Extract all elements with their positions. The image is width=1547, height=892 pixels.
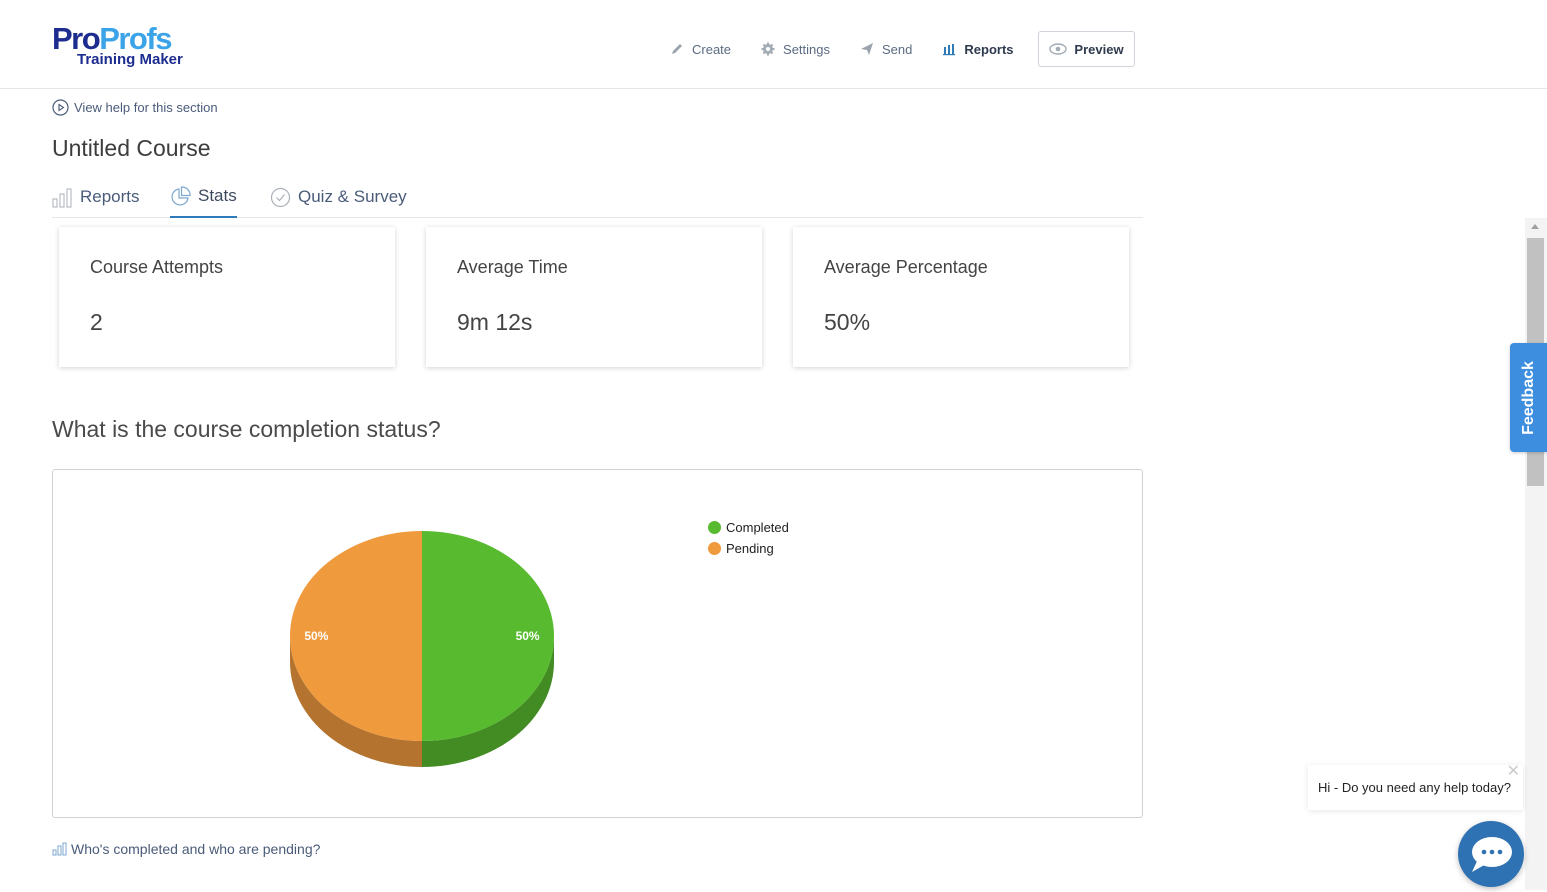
tab-quiz-survey[interactable]: Quiz & Survey xyxy=(270,176,407,218)
page-scrollbar[interactable] xyxy=(1525,218,1547,890)
chat-greeting-bubble: Hi - Do you need any help today? ✕ xyxy=(1308,763,1523,810)
nav-reports[interactable]: Reports xyxy=(942,41,1014,57)
pie-data-label-completed: 50% xyxy=(516,629,540,643)
check-circle-icon xyxy=(270,187,291,207)
tab-reports[interactable]: Reports xyxy=(52,176,140,218)
stat-card-average-time: Average Time 9m 12s xyxy=(426,227,762,367)
tab-quiz-survey-label: Quiz & Survey xyxy=(298,187,407,206)
tab-reports-label: Reports xyxy=(80,187,140,206)
who-completed-label: Who's completed and who are pending? xyxy=(71,841,321,857)
play-circle-icon xyxy=(52,99,69,116)
eye-icon xyxy=(1049,43,1068,55)
preview-button[interactable]: Preview xyxy=(1038,31,1135,67)
legend-color-dot xyxy=(708,542,721,555)
legend-label: Pending xyxy=(726,541,774,556)
pie-chart: 50% 50% xyxy=(290,531,554,767)
completion-chart: 50% 50% Completed Pending xyxy=(52,469,1143,818)
nav-settings-label: Settings xyxy=(783,41,831,57)
stat-label: Course Attempts xyxy=(90,257,224,277)
nav-create-label: Create xyxy=(692,41,732,57)
chart-legend: Completed Pending xyxy=(708,517,789,559)
nav-create[interactable]: Create xyxy=(670,42,731,57)
bar-chart-icon xyxy=(943,44,956,56)
legend-item-completed[interactable]: Completed xyxy=(708,517,789,538)
chat-bubble-icon xyxy=(1472,837,1512,872)
stat-card-course-attempts: Course Attempts 2 xyxy=(59,227,395,367)
report-tabs: Reports Stats Quiz & Survey xyxy=(52,176,1143,218)
stat-value: 50% xyxy=(824,309,871,335)
nav-reports-label: Reports xyxy=(964,41,1014,57)
legend-color-dot xyxy=(708,521,721,534)
top-header: ProProfs Training Maker Create Settings … xyxy=(0,0,1547,89)
proprofs-logo[interactable]: ProProfs Training Maker xyxy=(52,22,192,72)
nav-send-label: Send xyxy=(882,41,913,57)
legend-item-pending[interactable]: Pending xyxy=(708,538,789,559)
nav-settings[interactable]: Settings xyxy=(761,42,830,57)
gear-icon xyxy=(761,42,775,56)
stat-value: 2 xyxy=(90,309,103,335)
bar-chart-icon xyxy=(52,842,67,856)
feedback-label: Feedback xyxy=(1519,360,1537,435)
nav-send[interactable]: Send xyxy=(860,42,912,57)
tab-stats-label: Stats xyxy=(198,186,237,205)
scroll-up-arrow-icon[interactable] xyxy=(1531,224,1539,229)
who-completed-link[interactable]: Who's completed and who are pending? xyxy=(52,841,320,857)
legend-label: Completed xyxy=(726,520,789,535)
view-help-link[interactable]: View help for this section xyxy=(52,99,218,116)
pencil-icon xyxy=(672,44,682,54)
main-nav: Create Settings Send Reports xyxy=(670,31,1044,67)
page-title: Untitled Course xyxy=(52,135,211,161)
stat-card-average-percentage: Average Percentage 50% xyxy=(793,227,1129,367)
bar-chart-icon xyxy=(52,188,72,207)
completion-status-heading: What is the course completion status? xyxy=(52,416,441,442)
preview-button-label: Preview xyxy=(1074,41,1124,57)
feedback-tab[interactable]: Feedback xyxy=(1510,343,1547,452)
tab-stats[interactable]: Stats xyxy=(170,176,237,218)
chat-launcher-button[interactable] xyxy=(1458,821,1524,887)
chat-greeting-text: Hi - Do you need any help today? xyxy=(1318,780,1511,795)
logo-product-name: Training Maker xyxy=(77,51,183,68)
stat-label: Average Time xyxy=(457,257,568,277)
paper-plane-icon xyxy=(861,43,874,55)
stat-value: 9m 12s xyxy=(457,309,533,335)
stat-label: Average Percentage xyxy=(824,257,988,277)
view-help-label: View help for this section xyxy=(74,100,218,115)
pie-data-label-pending: 50% xyxy=(304,629,328,643)
pie-chart-icon xyxy=(171,185,191,206)
close-icon[interactable]: ✕ xyxy=(1507,761,1520,781)
